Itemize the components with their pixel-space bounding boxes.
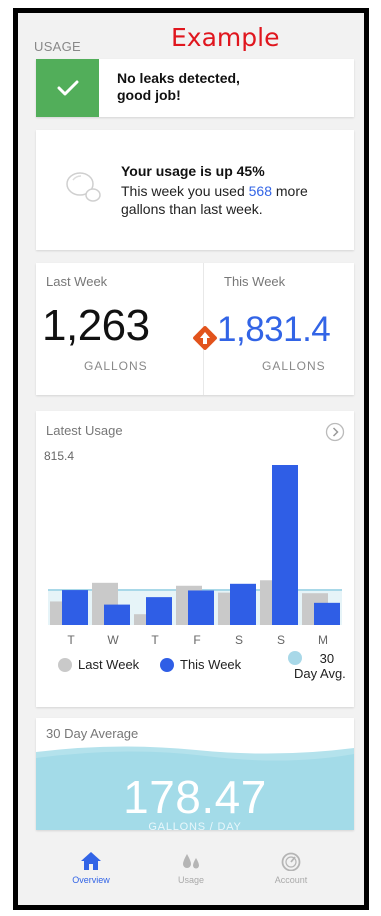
bar-this-week [62,590,88,625]
section-label: USAGE [34,39,82,54]
x-tick-label: F [193,633,200,646]
last-week-label: Last Week [46,274,108,289]
average-unit: GALLONS / DAY [148,821,242,830]
x-tick-label: W [107,633,119,646]
legend-last-week: Last Week [58,657,139,672]
latest-usage-card[interactable]: Latest Usage 815.4 T W T F S S M Last Week This… [36,411,354,707]
usage-trend-title: Your usage is up 45% [121,163,265,179]
legend-last-week-swatch [58,657,72,672]
bar-this-week [272,465,298,625]
last-week-value: 1,263 [42,301,150,350]
app-frame: USAGE Example No leaks detected, good jo… [13,8,369,910]
nav-account-label: Account [274,875,308,885]
y-max-label: 815.4 [44,449,74,463]
legend-avg-line2: Day Avg. [294,666,346,681]
x-tick-label: S [277,633,285,646]
weekly-compare-card[interactable]: Last Week This Week 1,263 1,831.4 GALLON… [36,263,354,395]
check-icon [36,59,99,117]
usage-trend-description: This week you used 568 more gallons than… [121,182,351,218]
nav-overview-label: Overview [72,875,110,885]
home-icon [81,852,101,870]
usage-trend-card[interactable]: Your usage is up 45% This week you used … [36,130,354,250]
bar-this-week [104,604,130,625]
leak-message: No leaks detected, good job! [117,70,347,104]
bar-this-week [314,602,340,625]
legend-this-week-swatch [160,657,174,672]
watermark-label: Example [171,23,280,52]
usage-desc-before: This week you used [121,183,249,199]
leak-status-card[interactable]: No leaks detected, good job! [36,59,354,117]
legend-avg-swatch [288,651,302,665]
this-week-label: This Week [224,274,286,289]
nav-usage-label: Usage [177,875,204,885]
this-week-unit: GALLONS [262,359,326,373]
arrow-up-icon [193,326,217,350]
chart-title: Latest Usage [46,423,123,438]
x-tick-label: T [151,633,159,646]
leak-message-line2: good job! [117,87,181,103]
chart-legend: Last Week This Week 30 Day Avg. [36,649,354,699]
bar-this-week [188,590,214,625]
gauge-icon [281,852,301,871]
leak-message-line1: No leaks detected, [117,70,240,86]
nav-account[interactable]: Account [251,851,331,885]
nav-overview[interactable]: Overview [51,851,131,885]
water-drops-icon [183,854,199,869]
x-tick-label: S [235,633,243,646]
usage-diff-value: 568 [248,183,272,199]
average-value: 178.47 [123,771,267,823]
legend-30-day-avg: 30 Day Avg. [288,651,346,681]
usage-bar-chart: 815.4 T W T F S S M [44,449,342,646]
bottom-navigation: Overview Usage Account [18,841,364,905]
chevron-right-circle-icon[interactable] [325,422,345,442]
this-week-value: 1,831.4 [217,310,331,349]
bar-this-week [230,583,256,625]
legend-this-week: This Week [160,657,241,672]
nav-usage[interactable]: Usage [151,851,231,885]
legend-last-week-label: Last Week [78,657,140,672]
thirty-day-average-card[interactable]: 30 Day Average 178.47 GALLONS / DAY [36,718,354,830]
bar-this-week [146,597,172,625]
x-tick-label: M [318,633,328,646]
x-tick-label: T [67,633,75,646]
average-title: 30 Day Average [46,726,139,741]
water-bubble-icon [66,172,101,202]
legend-this-week-label: This Week [180,657,242,672]
last-week-unit: GALLONS [84,359,148,373]
